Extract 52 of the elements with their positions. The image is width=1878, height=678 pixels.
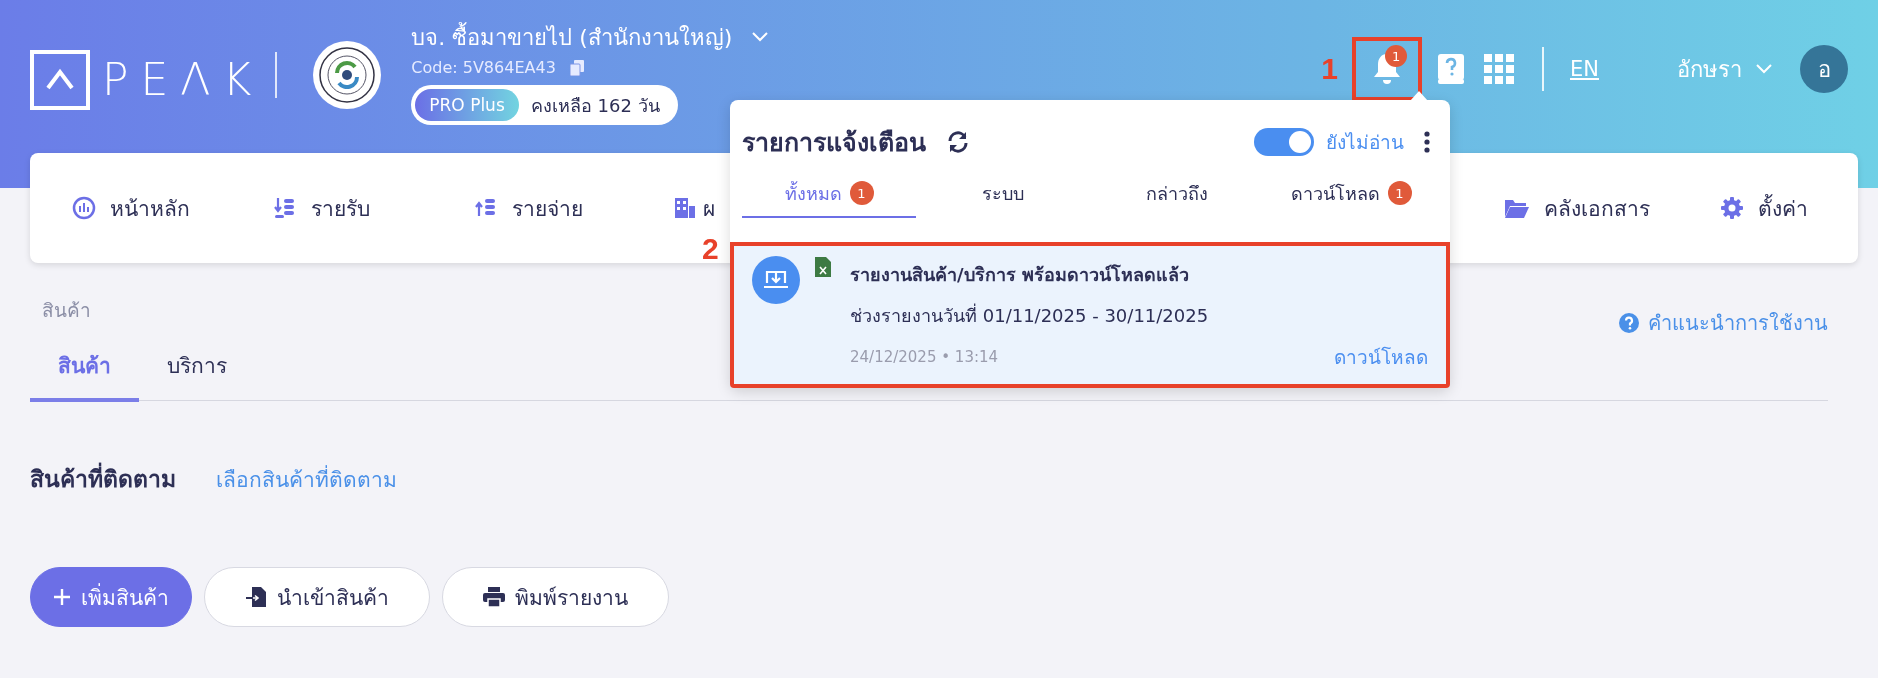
days-remaining: คงเหลือ 162 วัน <box>530 93 660 118</box>
folder-icon <box>1504 197 1530 219</box>
tab[interactable]: สินค้า <box>30 339 139 402</box>
print-button[interactable]: พิมพ์รายงาน <box>442 567 669 627</box>
nav-item[interactable]: รายรับ <box>273 191 432 225</box>
annotation-number: 1 <box>1321 52 1338 86</box>
coins-down-icon <box>273 196 297 220</box>
refresh-icon[interactable] <box>946 131 970 153</box>
logo-icon <box>30 50 90 110</box>
plan-badge: PRO Plus <box>415 89 519 121</box>
annotation-number: 2 <box>702 232 719 266</box>
add-button[interactable]: เพิ่มสินค้า <box>30 567 192 627</box>
import-button[interactable]: นำเข้าสินค้า <box>204 567 430 627</box>
section-title: สินค้าที่ติดตาม <box>30 461 176 497</box>
nav-item[interactable]: ตั้งค่า <box>1720 191 1808 225</box>
tab[interactable]: บริการ <box>139 339 255 402</box>
tab[interactable]: ระบบ <box>916 170 1090 218</box>
unread-toggle[interactable] <box>1254 128 1314 156</box>
user-avatar[interactable]: อ <box>1800 45 1848 93</box>
breadcrumb: สินค้า <box>42 298 91 323</box>
notification-title: รายงานสินค้า/บริการ พร้อมดาวน์โหลดแล้ว <box>850 263 1190 287</box>
count-badge: 1 <box>1387 181 1412 205</box>
printer-icon <box>483 587 505 607</box>
logo-text: PEΛK <box>102 55 264 105</box>
spreadsheet-file-icon <box>814 256 832 278</box>
chevron-down-icon[interactable] <box>752 32 769 42</box>
copy-icon[interactable] <box>569 59 584 76</box>
notification-time: 24/12/2025 • 13:14 <box>850 348 999 366</box>
notification-detail: ช่วงรายงานวันที่ 01/11/2025 - 30/11/2025 <box>850 302 1210 328</box>
nav-item[interactable]: รายจ่าย <box>474 191 633 225</box>
count-badge: 1 <box>849 181 874 205</box>
nav-item[interactable]: หน้าหลัก <box>72 191 231 225</box>
more-icon[interactable] <box>1424 131 1430 153</box>
notification-badge: 1 <box>1385 45 1407 67</box>
apps-grid-icon[interactable] <box>1484 54 1514 84</box>
tab[interactable]: ดาวน์โหลด 1 <box>1264 170 1438 218</box>
chevron-down-icon[interactable] <box>1756 64 1772 74</box>
nav-item[interactable]: ผ <box>673 191 715 225</box>
company-code: Code: 5V864EA43 <box>411 58 556 77</box>
plus-icon <box>53 588 71 606</box>
tab[interactable]: กล่าวถึง <box>1090 170 1264 218</box>
gauge-icon <box>72 196 96 220</box>
building-icon <box>673 196 697 220</box>
nav-item[interactable]: คลังเอกสาร <box>1504 191 1650 225</box>
notification-item[interactable]: รายงานสินค้า/บริการ พร้อมดาวน์โหลดแล้ว ช่วงรายงานวันที่ 01/11/2025 - 30/11/2025 24/12/2025 • 13:14 ดาวน์โหลด <box>730 242 1450 388</box>
help-icon <box>1618 312 1640 334</box>
help-book-icon[interactable] <box>1436 53 1466 85</box>
download-icon <box>763 269 789 291</box>
tab[interactable]: ทั้งหมด 1 <box>742 170 916 218</box>
toggle-label: ยังไม่อ่าน <box>1326 130 1404 155</box>
file-import-icon <box>245 586 267 608</box>
panel-title: รายการแจ้งเตือน <box>742 127 926 159</box>
